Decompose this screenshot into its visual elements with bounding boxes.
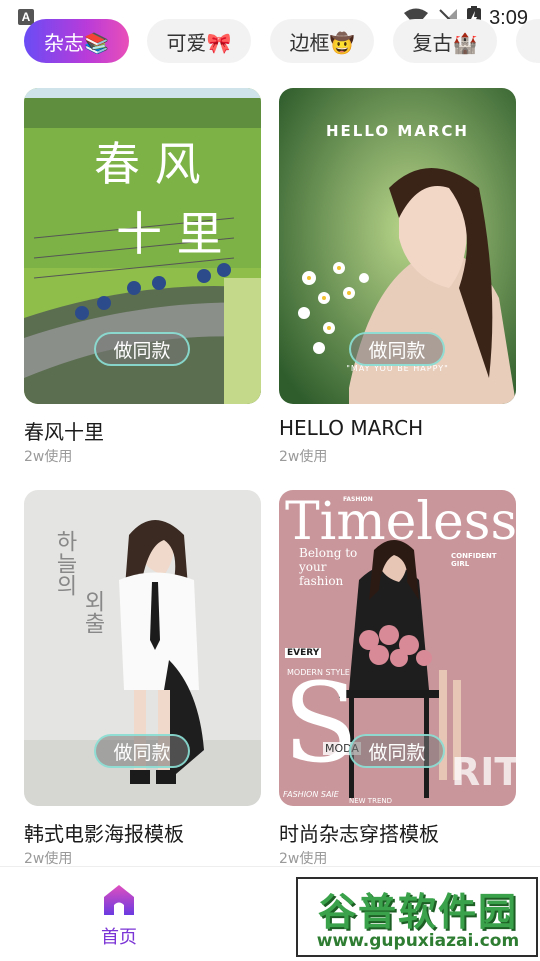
usage-count: 2w使用 — [279, 851, 328, 867]
poster-subtitle: 十 里 — [116, 207, 223, 261]
template-thumbnail[interactable]: 하늘의 외출 做同款 — [24, 490, 261, 806]
poster-label-trend: NEW TREND — [349, 797, 392, 805]
template-thumbnail[interactable]: HELLO MARCH "MAY YOU BE HAPPY" 做同款 — [279, 88, 516, 404]
poster-label-sale: FASHION SAIE — [283, 790, 339, 799]
make-same-button[interactable]: 做同款 — [94, 332, 190, 366]
poster-subtitle: 외출 — [80, 590, 105, 634]
usage-count: 2w使用 — [24, 851, 73, 867]
tab-label: 可爱🎀 — [166, 30, 232, 55]
watermark-title: 谷普软件园 — [317, 890, 518, 934]
tab-more[interactable] — [516, 19, 540, 63]
poster-label-every: EVERY — [285, 648, 322, 658]
template-card[interactable]: 하늘의 외출 做同款 韩式电影海报模板 2w使用 — [24, 490, 261, 867]
poster-label-confident: CONFIDENT GIRL — [451, 552, 497, 568]
nav-home[interactable]: 首页 — [86, 883, 152, 949]
card-title: HELLO MARCH — [279, 416, 424, 440]
bottom-nav: 首页 谷普软件园 www.gupuxiazai.com — [0, 866, 540, 961]
home-icon — [104, 885, 134, 915]
card-title: 春风十里 — [24, 420, 104, 444]
tab-retro[interactable]: 复古🏰 — [393, 19, 497, 63]
tab-label: 边框🤠 — [289, 30, 355, 55]
poster-title: 春 风 — [94, 137, 201, 191]
nav-home-label: 首页 — [101, 927, 137, 948]
usage-count: 2w使用 — [24, 449, 73, 465]
poster-title: Timeless — [285, 492, 516, 552]
watermark-logo: 谷普软件园 www.gupuxiazai.com — [296, 877, 538, 957]
poster-label-rite: RITE — [451, 750, 516, 794]
poster-title: 하늘의 — [52, 530, 77, 596]
template-card[interactable]: HELLO MARCH "MAY YOU BE HAPPY" 做同款 HELLO… — [279, 88, 516, 465]
template-card[interactable]: Timeless Belong to your fashion FASHION … — [279, 490, 516, 867]
poster-tagline: Belong to your fashion — [299, 546, 358, 588]
tab-label: 杂志📚 — [44, 30, 109, 55]
poster-big-letter: S — [283, 659, 359, 787]
poster-title: HELLO MARCH — [325, 122, 469, 140]
template-card[interactable]: 春 风 十 里 做同款 春风十里 2w使用 — [24, 88, 261, 465]
make-same-button[interactable]: 做同款 — [349, 332, 445, 366]
usage-count: 2w使用 — [279, 449, 328, 465]
category-tabs: 杂志📚 可爱🎀 边框🤠 复古🏰 — [0, 16, 540, 68]
tab-magazine[interactable]: 杂志📚 — [24, 19, 129, 63]
make-same-button[interactable]: 做同款 — [349, 734, 445, 768]
tab-border[interactable]: 边框🤠 — [270, 19, 374, 63]
poster-label-fashion: FASHION — [343, 496, 373, 503]
make-same-button[interactable]: 做同款 — [94, 734, 190, 768]
template-thumbnail[interactable]: 春 风 十 里 做同款 — [24, 88, 261, 404]
card-title: 时尚杂志穿搭模板 — [279, 822, 439, 846]
tab-label: 复古🏰 — [412, 30, 478, 55]
card-title: 韩式电影海报模板 — [24, 822, 184, 846]
template-thumbnail[interactable]: Timeless Belong to your fashion FASHION … — [279, 490, 516, 806]
watermark-url: www.gupuxiazai.com — [316, 931, 520, 951]
tab-cute[interactable]: 可爱🎀 — [147, 19, 251, 63]
